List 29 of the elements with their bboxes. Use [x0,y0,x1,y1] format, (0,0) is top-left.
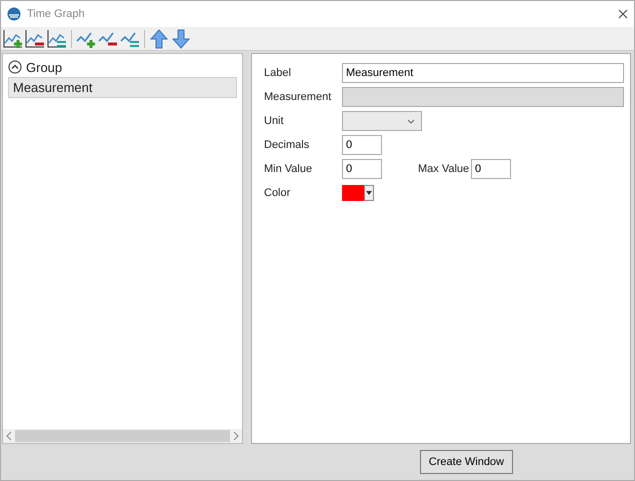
create-window-button[interactable]: Create Window [420,450,513,474]
field-label: Measurement [264,91,332,103]
field-label: Decimals [264,139,310,151]
triangle-down-icon [366,191,372,195]
field-label: Label [264,67,292,79]
color-picker[interactable] [342,185,374,201]
input-field[interactable]: 0 [342,159,382,179]
arrow-down-icon[interactable] [171,28,191,48]
field-label: Unit [264,115,285,127]
input-field[interactable]: Measurement [342,63,624,83]
chart-add-icon[interactable] [3,28,23,48]
scroll-right-icon[interactable] [233,432,239,440]
chevron-down-icon [407,118,415,124]
input-field[interactable]: 0 [342,135,382,155]
field-label: Min Value [264,163,314,175]
scroll-left-icon[interactable] [6,432,12,440]
collapse-icon[interactable] [8,60,22,74]
group-label[interactable]: Group [26,60,62,74]
tree-item[interactable]: Measurement [8,77,237,98]
input-field[interactable]: 0 [471,159,511,179]
window-title: Time Graph [27,8,86,20]
field-label: Color [264,187,292,199]
field-label: Max Value [418,163,470,175]
chart-edit-icon[interactable] [47,28,67,48]
chart-remove-icon[interactable] [25,28,45,48]
app-icon [7,7,21,21]
arrow-up-icon[interactable] [149,28,169,48]
close-icon[interactable] [618,9,628,19]
horizontal-scrollbar[interactable] [3,429,242,443]
